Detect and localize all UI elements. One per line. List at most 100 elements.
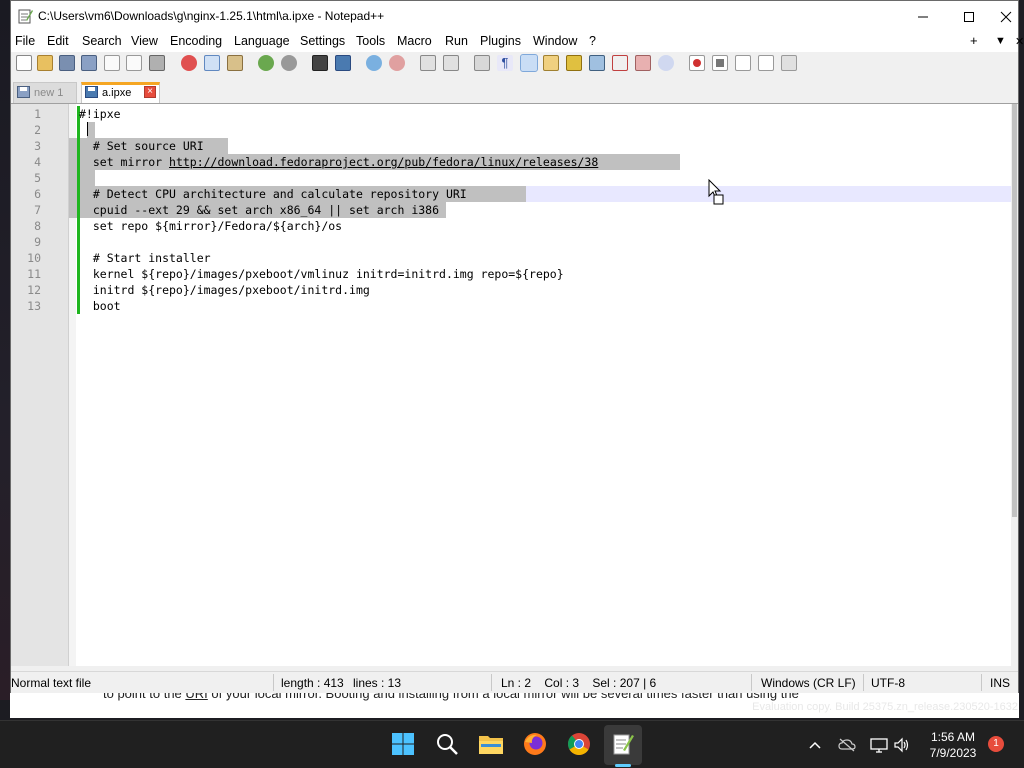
folder-workspace-icon[interactable] [635,55,651,71]
minimize-button[interactable] [900,1,946,32]
status-divider [981,674,982,691]
new-file-icon[interactable] [16,55,32,71]
tab-close-icon[interactable]: × [144,86,156,98]
tab-new-1[interactable]: new 1 [13,82,77,103]
status-insert-mode[interactable]: INS [990,676,1010,690]
macro-stop-icon[interactable] [712,55,728,71]
network-icon[interactable] [870,736,888,754]
title-bar[interactable]: C:\Users\vm6\Downloads\g\nginx-1.25.1\ht… [11,1,1018,32]
menu-window[interactable]: Window [533,34,577,48]
tab-list-dropdown-icon[interactable]: ▼ [995,35,1006,47]
search-button[interactable] [434,731,460,757]
notepadpp-taskbar-button[interactable] [610,731,636,757]
status-position[interactable]: Ln : 2 Col : 3 Sel : 207 | 6 [501,676,656,690]
replace-icon[interactable] [335,55,351,71]
line-number: 9 [34,235,41,249]
new-tab-plus-icon[interactable]: + [970,33,978,48]
status-divider [273,674,274,691]
status-bar: Normal text file length : 413 lines : 13… [11,671,1018,693]
code-line: # Start installer [79,251,211,265]
zoom-in-icon[interactable] [366,55,382,71]
mirror-url-link[interactable]: http://download.fedoraproject.org/pub/fe… [169,155,598,169]
menu-view[interactable]: View [131,34,158,48]
line-number: 7 [34,203,41,217]
redo-icon[interactable] [281,55,297,71]
sync-vertical-icon[interactable] [420,55,436,71]
notepadpp-window: C:\Users\vm6\Downloads\g\nginx-1.25.1\ht… [10,0,1024,693]
menu-tools[interactable]: Tools [356,34,385,48]
zoom-out-icon[interactable] [389,55,405,71]
line-number: 3 [34,139,41,153]
undo-icon[interactable] [258,55,274,71]
menu-settings[interactable]: Settings [300,34,345,48]
editor-area[interactable]: 1 2 3 4 5 6 7 8 9 10 11 12 13 #!ipxe # S… [11,103,1018,666]
monitoring-icon[interactable] [658,55,674,71]
udl-icon[interactable] [543,55,559,71]
status-length: length : 413 [281,676,344,690]
close-all-icon[interactable] [126,55,142,71]
status-divider [491,674,492,691]
start-button[interactable] [390,731,416,757]
menu-macro[interactable]: Macro [397,34,432,48]
code-line: set mirror http://download.fedoraproject… [79,155,599,169]
system-clock[interactable]: 1:56 AM 7/9/2023 [922,729,984,761]
close-document-icon[interactable]: ✕ [1015,35,1024,48]
show-all-chars-icon[interactable]: ¶ [497,55,513,71]
volume-icon[interactable] [893,736,911,754]
close-button[interactable] [992,1,1020,32]
menu-help[interactable]: ? [589,34,596,48]
menu-run[interactable]: Run [445,34,468,48]
find-icon[interactable] [312,55,328,71]
indent-guide-icon[interactable] [520,54,538,72]
notification-badge[interactable]: 1 [988,736,1004,752]
taskbar-running-indicator [615,764,631,767]
vertical-scrollbar[interactable] [1011,104,1018,666]
sync-horizontal-icon[interactable] [443,55,459,71]
macro-play-icon[interactable] [735,55,751,71]
cut-icon[interactable] [181,55,197,71]
line-number: 2 [34,123,41,137]
copy-icon[interactable] [204,55,220,71]
menu-edit[interactable]: Edit [47,34,69,48]
scrollbar-thumb[interactable] [1012,104,1017,517]
print-icon[interactable] [149,55,165,71]
open-file-icon[interactable] [37,55,53,71]
saved-file-icon [85,86,98,98]
file-explorer-button[interactable] [478,731,504,757]
onedrive-offline-icon[interactable] [838,736,856,754]
macro-save-icon[interactable] [781,55,797,71]
word-wrap-icon[interactable] [474,55,490,71]
menu-language[interactable]: Language [234,34,290,48]
desktop-background-right [1019,0,1024,700]
chrome-button[interactable] [566,731,592,757]
doc-list-icon[interactable] [589,55,605,71]
menu-search[interactable]: Search [82,34,122,48]
save-all-icon[interactable] [81,55,97,71]
menu-file[interactable]: File [15,34,35,48]
status-file-type: Normal text file [11,676,92,690]
status-encoding[interactable]: UTF-8 [871,676,905,690]
maximize-button[interactable] [946,1,992,32]
show-hidden-icons-chevron-up-icon[interactable] [806,736,824,754]
windows-logo-icon [392,733,414,755]
status-divider [863,674,864,691]
mouse-pointer-icon [708,179,724,205]
code-line: boot [79,299,121,313]
close-file-icon[interactable] [104,55,120,71]
paste-icon[interactable] [227,55,243,71]
save-icon[interactable] [59,55,75,71]
menu-plugins[interactable]: Plugins [480,34,521,48]
menu-encoding[interactable]: Encoding [170,34,222,48]
function-list-icon[interactable] [612,55,628,71]
status-eol[interactable]: Windows (CR LF) [761,676,856,690]
line-number: 12 [27,283,41,297]
macro-record-icon[interactable] [689,55,705,71]
status-lines: lines : 13 [353,676,402,690]
tab-a-ipxe[interactable]: a.ipxe × [81,82,160,103]
maximize-icon [964,11,974,22]
tab-label: new 1 [34,87,64,99]
firefox-button[interactable] [522,731,548,757]
doc-map-icon[interactable] [566,55,582,71]
code-line: initrd ${repo}/images/pxeboot/initrd.img [79,283,370,297]
macro-run-multiple-icon[interactable] [758,55,774,71]
